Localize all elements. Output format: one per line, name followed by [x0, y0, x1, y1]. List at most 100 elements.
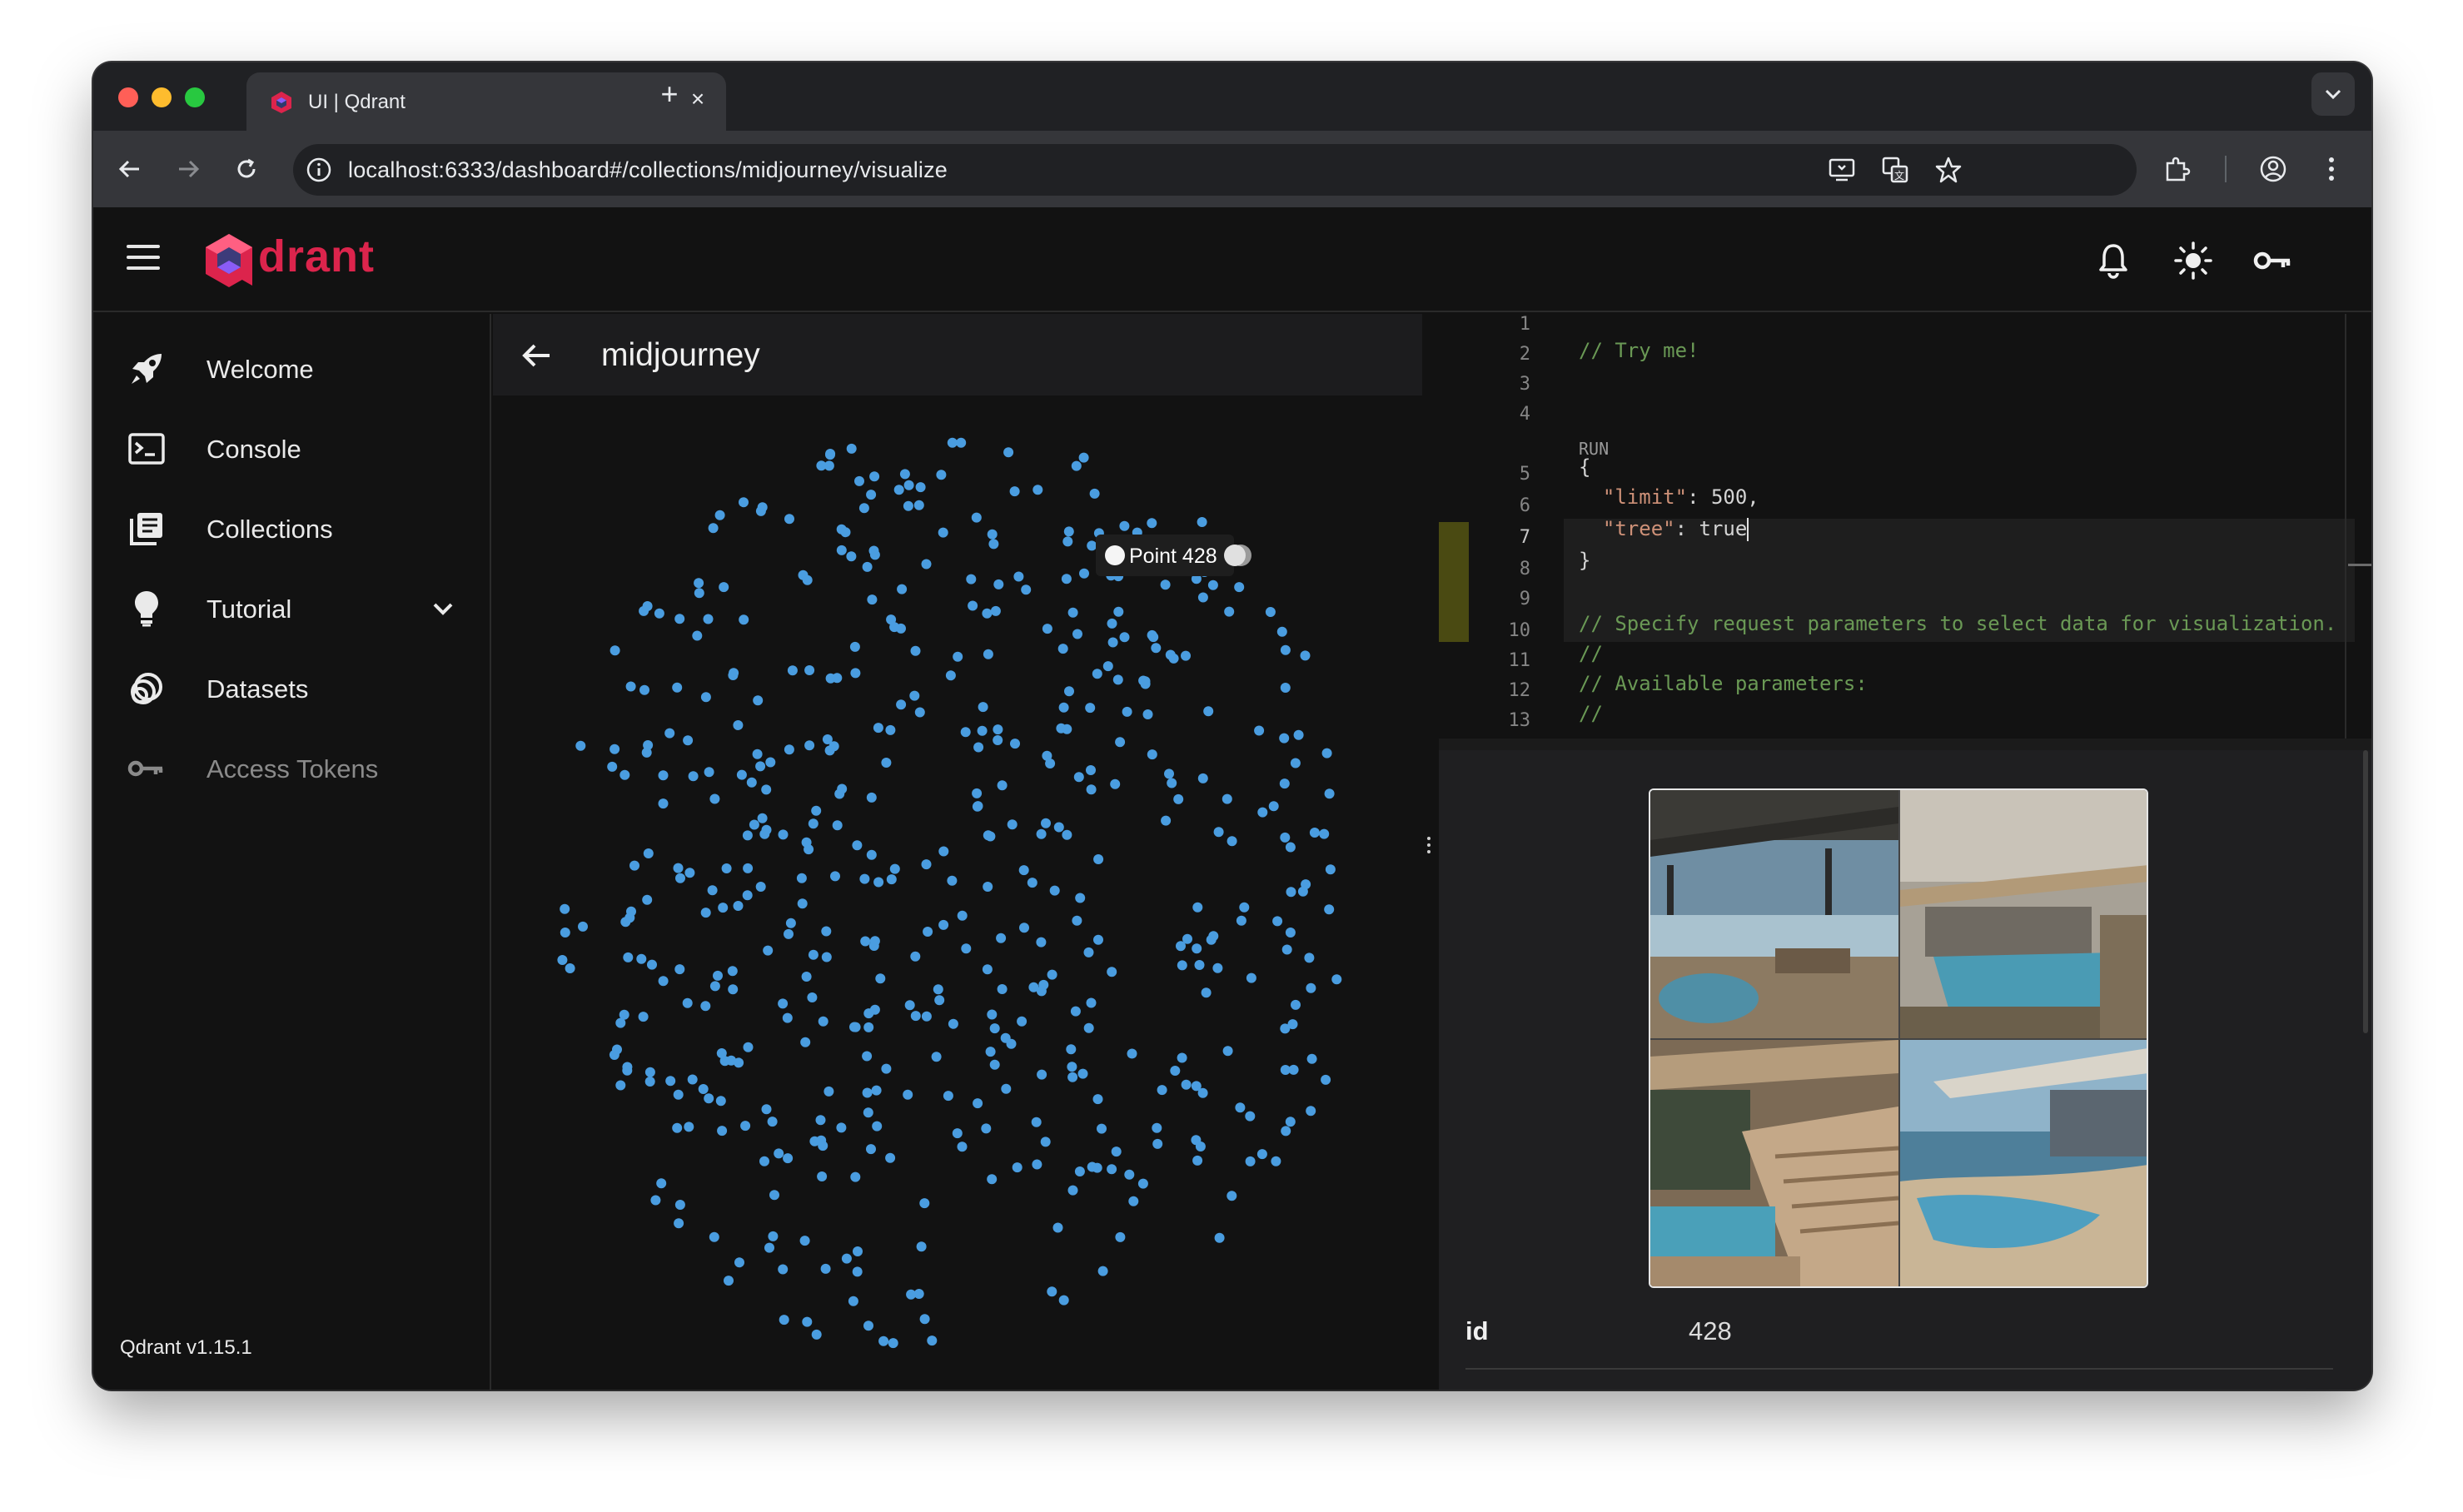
scatter-point[interactable] [718, 903, 729, 913]
scatter-point[interactable] [919, 1198, 930, 1209]
scatter-point[interactable] [665, 1076, 676, 1087]
scatter-point[interactable] [1115, 1231, 1126, 1242]
scatter-point[interactable] [1213, 827, 1224, 838]
scatter-point[interactable] [836, 545, 847, 555]
scatter-point[interactable] [759, 1156, 769, 1166]
scatter-point[interactable] [1173, 793, 1184, 804]
scatter-point[interactable] [1301, 879, 1311, 890]
scatter-point[interactable] [910, 645, 921, 656]
scatter-point[interactable] [916, 1241, 927, 1252]
new-tab-button[interactable]: + [649, 74, 689, 114]
scatter-point[interactable] [1019, 923, 1029, 933]
scatter-point[interactable] [1058, 702, 1069, 713]
sidebar-item-tutorial[interactable]: Tutorial [93, 569, 490, 649]
scatter-point[interactable] [989, 1023, 1000, 1034]
scatter-point[interactable] [1212, 962, 1223, 973]
sun-icon[interactable] [2173, 241, 2213, 281]
scatter-point[interactable] [1170, 1066, 1181, 1076]
scatter-point[interactable] [957, 1141, 968, 1152]
scatter-point[interactable] [1206, 934, 1217, 945]
scatter-point[interactable] [1152, 1122, 1162, 1133]
scatter-point[interactable] [1127, 1048, 1137, 1059]
scatter-point[interactable] [1286, 887, 1296, 898]
scatter-point[interactable] [709, 981, 720, 992]
scatter-point[interactable] [557, 955, 568, 965]
scatter-point[interactable] [866, 849, 877, 860]
scatter-point[interactable] [1191, 1135, 1202, 1146]
scatter-point[interactable] [787, 665, 798, 676]
sidebar-item-access-tokens[interactable]: Access Tokens [93, 729, 490, 808]
scatter-point[interactable] [736, 769, 747, 780]
scatter-point[interactable] [823, 1086, 834, 1097]
scatter-point[interactable] [1306, 1053, 1317, 1064]
scatter-point[interactable] [863, 1022, 874, 1032]
scatter-point[interactable] [615, 1080, 626, 1091]
scatter-point[interactable] [1167, 778, 1177, 788]
scatter-point[interactable] [987, 1009, 998, 1020]
scatter-point[interactable] [875, 973, 886, 984]
scatter-point[interactable] [683, 735, 694, 746]
scatter-point[interactable] [734, 1257, 744, 1268]
scatter-point[interactable] [968, 600, 978, 611]
scatter-point[interactable] [1102, 661, 1113, 672]
scatter-point[interactable] [1148, 632, 1159, 643]
scatter-point[interactable] [1265, 607, 1276, 617]
scatter-point[interactable] [1293, 729, 1304, 740]
scatter-point[interactable] [1151, 643, 1162, 654]
scatter-point[interactable] [956, 437, 967, 448]
scatter-point[interactable] [1070, 1006, 1081, 1017]
scatter-point[interactable] [859, 873, 870, 884]
scatter-point[interactable] [896, 699, 907, 710]
scatter-point[interactable] [801, 972, 812, 982]
scatter-point[interactable] [996, 933, 1007, 943]
scatter-point[interactable] [755, 761, 766, 772]
scatter-point[interactable] [983, 882, 993, 892]
scatter-point[interactable] [700, 692, 711, 703]
scatter-point[interactable] [704, 1093, 714, 1104]
scatter-point[interactable] [966, 574, 977, 584]
code-editor[interactable]: 1 2 3 4 5 6 7 8 9 10 11 12 13 // Try me! RUN { "limi… [1439, 314, 2371, 739]
scatter-point[interactable] [947, 437, 958, 448]
scatter-point[interactable] [881, 1063, 892, 1074]
scatter-point[interactable] [1093, 854, 1104, 864]
scatter-point[interactable] [1192, 1155, 1203, 1166]
scatter-point[interactable] [733, 720, 744, 730]
scatter-point[interactable] [739, 497, 749, 508]
scatter-point[interactable] [1124, 1169, 1135, 1180]
scatter-point[interactable] [957, 910, 968, 921]
scatter-point[interactable] [854, 475, 864, 486]
scatter-point[interactable] [1168, 653, 1179, 664]
scatter-point[interactable] [910, 1011, 921, 1022]
scatter-point[interactable] [989, 1059, 1000, 1070]
scatter-point[interactable] [703, 614, 714, 624]
scatter-point[interactable] [784, 928, 794, 939]
scatter-point[interactable] [973, 742, 984, 753]
scatter-point[interactable] [830, 871, 840, 882]
scatter-point[interactable] [1001, 1083, 1012, 1094]
scatter-point[interactable] [672, 682, 683, 693]
scatter-point[interactable] [1279, 778, 1290, 789]
scatter-point[interactable] [1017, 1016, 1027, 1027]
scatter-point[interactable] [619, 769, 630, 780]
scatter-point[interactable] [742, 890, 753, 901]
scatter-point[interactable] [1042, 750, 1052, 761]
scatter-point[interactable] [692, 630, 703, 641]
scatter-point[interactable] [1107, 967, 1117, 977]
scatter-point[interactable] [615, 1017, 626, 1028]
scatter-point[interactable] [1032, 485, 1043, 495]
scatter-point[interactable] [700, 1001, 711, 1012]
scatter-point[interactable] [1285, 842, 1296, 853]
scatter-point[interactable] [863, 1321, 873, 1331]
scatter-point[interactable] [961, 943, 972, 954]
scatter-point[interactable] [1062, 829, 1072, 840]
scatter-point[interactable] [1181, 1079, 1192, 1090]
editor-scrollbar[interactable] [2345, 314, 2346, 739]
scatter-point[interactable] [1057, 644, 1068, 654]
scatter-point[interactable] [1227, 836, 1237, 847]
scatter-point[interactable] [933, 984, 943, 995]
scatter-point[interactable] [885, 1152, 896, 1163]
scatter-point[interactable] [1236, 915, 1246, 926]
close-window-button[interactable] [118, 87, 138, 107]
scatter-point[interactable] [642, 894, 653, 905]
scatter-point[interactable] [1083, 1022, 1094, 1033]
